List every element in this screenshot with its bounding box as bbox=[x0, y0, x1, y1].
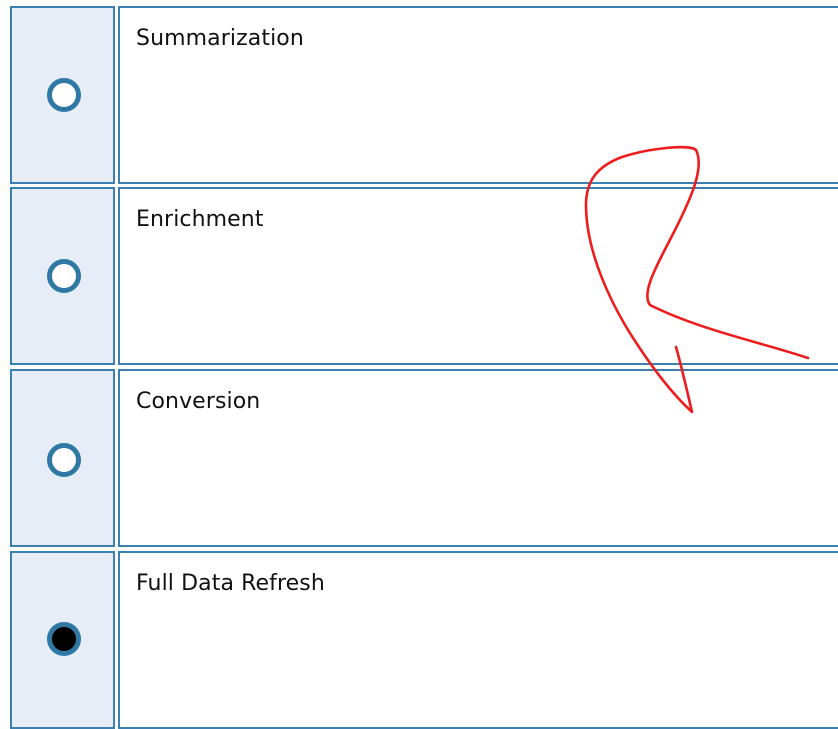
option-label-cell[interactable]: Enrichment bbox=[118, 187, 838, 365]
option-label: Full Data Refresh bbox=[136, 571, 325, 596]
radio-cell[interactable] bbox=[10, 6, 115, 184]
radio-cell[interactable] bbox=[10, 551, 115, 729]
radio-button-full-data-refresh[interactable] bbox=[47, 622, 81, 656]
radio-button-summarization[interactable] bbox=[47, 78, 81, 112]
radio-button-conversion[interactable] bbox=[47, 443, 81, 477]
option-label-cell[interactable]: Conversion bbox=[118, 369, 838, 547]
option-label-cell[interactable]: Summarization bbox=[118, 6, 838, 184]
radio-button-enrichment[interactable] bbox=[47, 259, 81, 293]
option-row-enrichment[interactable]: Enrichment bbox=[0, 187, 838, 365]
radio-cell[interactable] bbox=[10, 369, 115, 547]
option-label: Summarization bbox=[136, 26, 304, 51]
radio-cell[interactable] bbox=[10, 187, 115, 365]
option-row-full-data-refresh[interactable]: Full Data Refresh bbox=[0, 551, 838, 729]
option-row-conversion[interactable]: Conversion bbox=[0, 369, 838, 547]
option-label-cell[interactable]: Full Data Refresh bbox=[118, 551, 838, 729]
option-row-summarization[interactable]: Summarization bbox=[0, 6, 838, 184]
option-label: Conversion bbox=[136, 389, 261, 414]
option-label: Enrichment bbox=[136, 207, 264, 232]
